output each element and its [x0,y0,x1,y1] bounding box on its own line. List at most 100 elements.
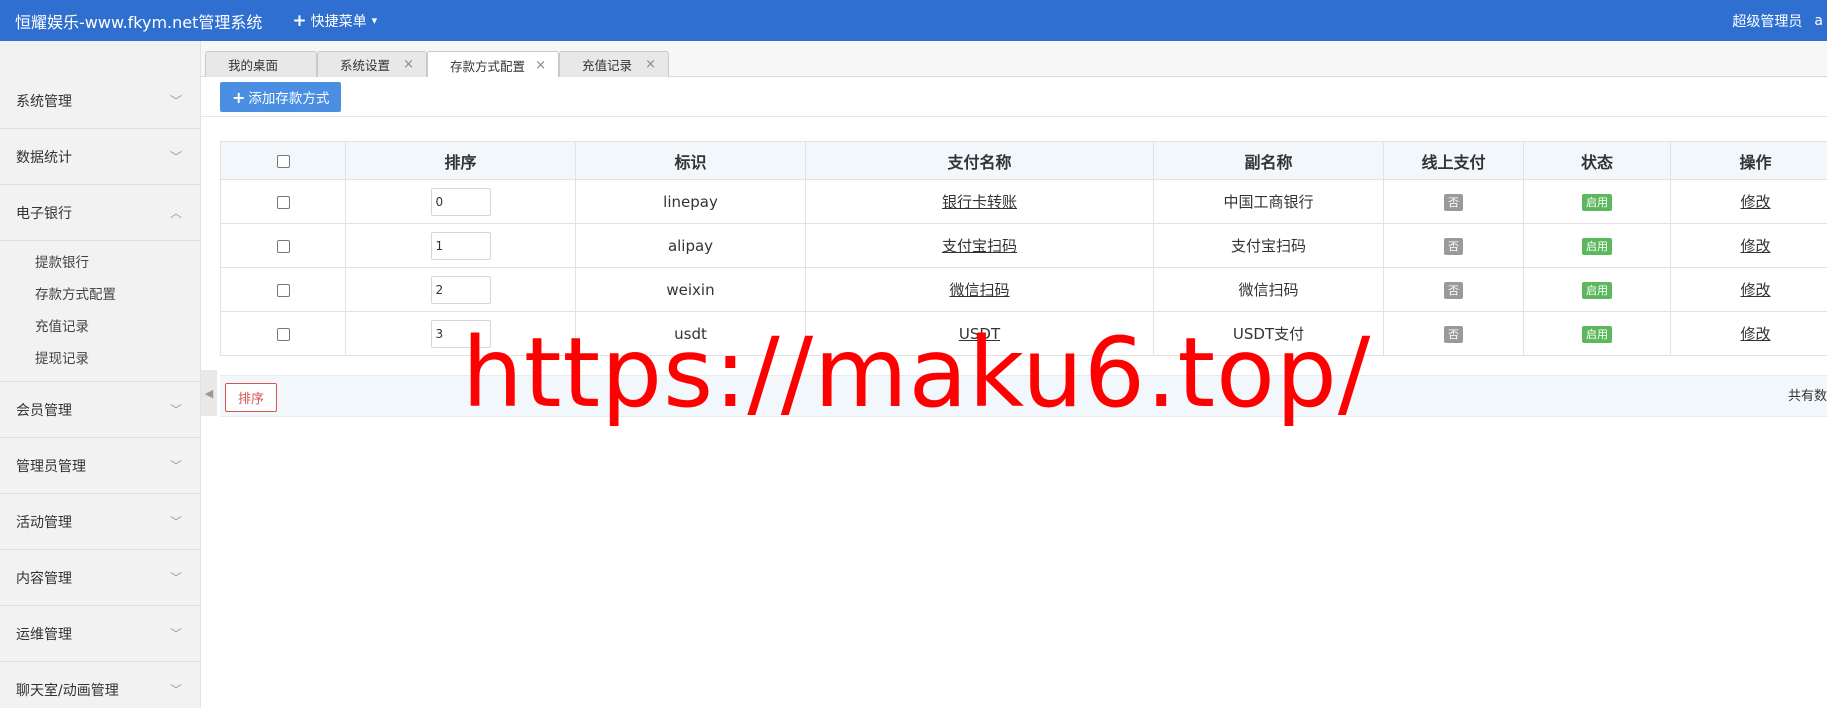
user-menu[interactable]: 超级管理员 a [1732,0,1827,41]
sidebar-item-label: 运维管理 [16,626,72,643]
edit-link[interactable]: 修改 [1740,237,1770,255]
plus-icon: + [292,10,307,31]
name-cell: 支付宝扫码 [805,223,1154,268]
action-cell: 修改 [1670,179,1827,224]
edit-link[interactable]: 修改 [1740,325,1770,343]
quick-menu-label: 快捷菜单 [310,13,367,30]
row-select-cell [220,179,346,224]
column-header: 支付名称 [805,141,1154,180]
status-badge[interactable]: 启用 [1582,282,1612,299]
online-badge: 否 [1444,238,1463,255]
row-checkbox[interactable] [276,239,290,253]
submenu-item-deposit-config[interactable]: 存款方式配置 [0,279,200,311]
sidebar-collapse-handle[interactable]: ◀ [201,370,217,416]
close-icon[interactable]: × [645,57,656,72]
edit-link[interactable]: 修改 [1740,281,1770,299]
row-select-cell [220,267,346,312]
order-input[interactable]: 0 [430,187,491,216]
online-cell: 否 [1383,311,1524,356]
status-badge[interactable]: 启用 [1582,326,1612,343]
row-checkbox[interactable] [276,327,290,341]
status-cell: 启用 [1523,267,1671,312]
add-deposit-method-button[interactable]: + 添加存款方式 [220,82,342,112]
online-badge: 否 [1444,194,1463,211]
row-select-cell [220,311,346,356]
tab-my-desktop[interactable]: 我的桌面 [205,51,317,77]
close-icon[interactable]: × [535,58,546,73]
ebank-submenu: 提款银行 存款方式配置 充值记录 提现记录 [0,241,200,382]
tab-recharge-records[interactable]: 充值记录 × [559,51,669,77]
sidebar-item-statistics[interactable]: 数据统计 ﹀ [0,129,200,185]
column-header: 副名称 [1153,141,1384,180]
select-all-cell [220,141,346,180]
submenu-item-recharge-records[interactable]: 充值记录 [0,311,200,343]
status-badge[interactable]: 启用 [1582,194,1612,211]
order-cell: 1 [345,223,576,268]
status-badge[interactable]: 启用 [1582,238,1612,255]
action-cell: 修改 [1670,223,1827,268]
sidebar-item-activities[interactable]: 活动管理 ﹀ [0,494,200,550]
tab-deposit-config[interactable]: 存款方式配置 × [427,51,559,78]
sidebar-item-ebank[interactable]: 电子银行 ︿ [0,185,200,241]
top-navbar: 恒耀娱乐-www.fkym.net管理系统 + 快捷菜单 ▾ 超级管理员 a [0,0,1827,41]
payment-name-link[interactable]: 支付宝扫码 [942,237,1017,255]
code-cell: weixin [575,267,806,312]
payment-name-link[interactable]: 微信扫码 [949,281,1009,299]
sidebar-item-label: 活动管理 [16,514,72,531]
status-cell: 启用 [1523,223,1671,268]
status-cell: 启用 [1523,311,1671,356]
tab-label: 系统设置 [340,58,391,73]
submenu-item-withdraw-records[interactable]: 提现记录 [0,343,200,375]
order-input[interactable]: 2 [430,275,491,304]
payment-name-link[interactable]: 银行卡转账 [942,193,1017,211]
sidebar-item-content[interactable]: 内容管理 ﹀ [0,550,200,606]
sidebar-item-ops[interactable]: 运维管理 ﹀ [0,606,200,662]
sidebar-item-system[interactable]: 系统管理 ﹀ [0,73,200,129]
code-cell: alipay [575,223,806,268]
watermark-text: https://maku6.top/ [462,317,1372,429]
order-cell: 0 [345,179,576,224]
quick-menu-button[interactable]: + 快捷菜单 ▾ [292,11,377,31]
sidebar-item-admins[interactable]: 管理员管理 ﹀ [0,438,200,494]
tab-label: 充值记录 [582,58,633,73]
add-button-label: 添加存款方式 [248,91,330,107]
code-cell: linepay [575,179,806,224]
tab-system-settings[interactable]: 系统设置 × [317,51,427,77]
name-cell: 银行卡转账 [805,179,1154,224]
tab-label: 存款方式配置 [450,58,526,74]
select-all-checkbox[interactable] [276,155,290,168]
edit-link[interactable]: 修改 [1740,193,1770,211]
column-header: 状态 [1523,141,1671,180]
subname-cell: 支付宝扫码 [1153,223,1384,268]
online-cell: 否 [1383,179,1524,224]
column-header: 排序 [345,141,576,180]
sidebar-item-label: 聊天室/动画管理 [16,682,119,699]
submenu-item-withdraw-bank[interactable]: 提款银行 [0,247,200,279]
subname-cell: 微信扫码 [1153,267,1384,312]
close-icon[interactable]: × [403,57,414,72]
user-name-label: a [1814,12,1823,29]
chevron-down-icon: ﹀ [169,94,182,108]
row-checkbox[interactable] [276,283,290,297]
tab-label: 我的桌面 [228,58,279,73]
name-cell: 微信扫码 [805,267,1154,312]
chevron-down-icon: ﹀ [169,150,182,164]
sort-button[interactable]: 排序 [225,383,278,412]
sidebar-item-label: 管理员管理 [16,458,86,475]
row-checkbox[interactable] [276,195,290,209]
table-row: 2 weixin 微信扫码 微信扫码 否 启用 修改 [220,267,1827,312]
sidebar-item-chatroom[interactable]: 聊天室/动画管理 ﹀ [0,662,200,708]
table-row: 0 linepay 银行卡转账 中国工商银行 否 启用 修改 [220,179,1827,224]
order-input[interactable]: 1 [430,231,491,260]
online-badge: 否 [1444,282,1463,299]
chevron-down-icon: ﹀ [169,571,182,585]
tab-bar: 我的桌面 系统设置 × 存款方式配置 × 充值记录 × [201,41,1827,78]
total-count-text: 共有数 [1787,389,1827,404]
chevron-down-icon: ▾ [371,14,378,27]
column-header: 标识 [575,141,806,180]
action-cell: 修改 [1670,267,1827,312]
chevron-down-icon: ﹀ [169,683,182,697]
status-cell: 启用 [1523,179,1671,224]
sidebar-item-members[interactable]: 会员管理 ﹀ [0,382,200,438]
